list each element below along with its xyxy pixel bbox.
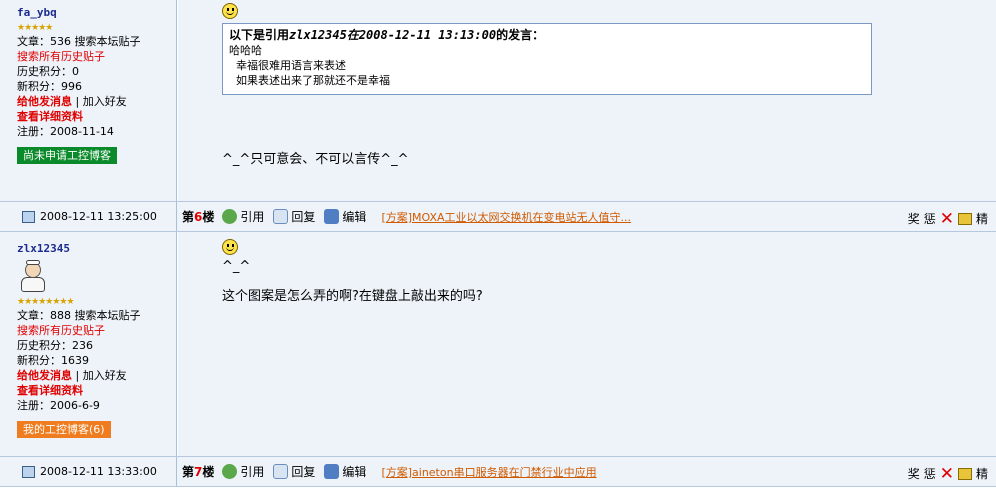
send-message-link[interactable]: 给他发消息 — [17, 95, 72, 108]
avatar — [17, 260, 51, 294]
quote-line: 幸福很难用语言来表述 — [229, 59, 346, 72]
blog-badge[interactable]: 尚未申请工控博客 — [17, 147, 117, 164]
post-footer: 2008-12-11 13:25:00 第6楼 引用 回复 编辑 [方案]MOX… — [0, 201, 996, 232]
search-history-link[interactable]: 搜索所有历史贴子 — [17, 49, 176, 64]
floor-number: 第6楼 — [182, 210, 215, 224]
post-content: 这个图案是怎么弄的啊?在键盘上敲出来的吗? — [222, 289, 483, 304]
view-profile-link[interactable]: 查看详细资料 — [17, 383, 176, 398]
quote-button[interactable]: 引用 — [222, 463, 264, 480]
punish-button[interactable]: 惩 — [924, 465, 936, 482]
post-body: 以下是引用zlx12345在2008-12-11 13:13:00的发言： 哈哈… — [178, 0, 996, 201]
add-friend-link[interactable]: 加入好友 — [83, 369, 127, 382]
rank-stars: ★★★★★★★★ — [17, 297, 75, 307]
article-count: 文章：536 — [17, 35, 71, 48]
register-date: 注册：2008-11-14 — [17, 125, 114, 138]
username[interactable]: zlx12345 — [17, 242, 176, 256]
ad-link[interactable]: [方案]MOXA工业以太网交换机在变电站无人值守... — [381, 209, 631, 225]
quote-line: 哈哈哈 — [229, 44, 262, 57]
username[interactable]: fa_ybq — [17, 6, 176, 20]
reward-button[interactable]: 奖 — [908, 465, 920, 482]
history-points: 历史积分：236 — [17, 339, 93, 352]
post-floor-7: zlx12345 ★★★★★★★★ 文章：888 搜索本坛贴子 搜索所有历史贴子… — [0, 232, 996, 456]
smiley-icon — [222, 239, 238, 255]
search-board-link[interactable]: 搜索本坛贴子 — [75, 309, 141, 322]
reply-button[interactable]: 回复 — [273, 463, 315, 480]
post-timestamp: 2008-12-11 13:33:00 — [40, 465, 157, 478]
post-body: ^_^ 这个图案是怎么弄的啊?在键盘上敲出来的吗? — [178, 232, 996, 456]
folder-icon[interactable] — [957, 467, 972, 480]
quote-box: 以下是引用zlx12345在2008-12-11 13:13:00的发言： 哈哈… — [222, 23, 872, 95]
folder-icon[interactable] — [957, 212, 972, 225]
computer-icon — [22, 465, 35, 478]
separator: | — [75, 95, 80, 108]
smiley-icon — [222, 3, 238, 19]
search-board-link[interactable]: 搜索本坛贴子 — [75, 35, 141, 48]
post-footer: 2008-12-11 13:33:00 第7楼 引用 回复 编辑 [方案]ain… — [0, 456, 996, 487]
separator: | — [75, 369, 80, 382]
floor-number: 第7楼 — [182, 465, 215, 479]
add-friend-link[interactable]: 加入好友 — [83, 95, 127, 108]
view-profile-link[interactable]: 查看详细资料 — [17, 109, 176, 124]
post-content: ^_^ — [222, 259, 251, 274]
essence-button[interactable]: 精 — [976, 210, 988, 227]
user-panel: zlx12345 ★★★★★★★★ 文章：888 搜索本坛贴子 搜索所有历史贴子… — [0, 232, 177, 456]
edit-icon — [324, 464, 340, 479]
new-points: 新积分：1639 — [17, 354, 89, 367]
search-history-link[interactable]: 搜索所有历史贴子 — [17, 323, 176, 338]
edit-icon — [324, 209, 340, 224]
send-message-link[interactable]: 给他发消息 — [17, 369, 72, 382]
user-panel: fa_ybq ★★★★★ 文章：536 搜索本坛贴子 搜索所有历史贴子 历史积分… — [0, 0, 177, 201]
article-count: 文章：888 — [17, 309, 71, 322]
quote-icon — [222, 464, 238, 479]
reply-button[interactable]: 回复 — [273, 208, 315, 225]
new-points: 新积分：996 — [17, 80, 82, 93]
edit-button[interactable]: 编辑 — [324, 208, 366, 225]
delete-icon[interactable]: ✕ — [940, 210, 954, 227]
reward-button[interactable]: 奖 — [908, 210, 920, 227]
essence-button[interactable]: 精 — [976, 465, 988, 482]
delete-icon[interactable]: ✕ — [940, 465, 954, 482]
post-timestamp: 2008-12-11 13:25:00 — [40, 210, 157, 223]
post-floor-5: fa_ybq ★★★★★ 文章：536 搜索本坛贴子 搜索所有历史贴子 历史积分… — [0, 0, 996, 201]
quote-header: 以下是引用zlx12345在2008-12-11 13:13:00的发言： — [229, 28, 545, 42]
quote-icon — [222, 209, 238, 224]
edit-button[interactable]: 编辑 — [324, 463, 366, 480]
history-points: 历史积分：0 — [17, 65, 79, 78]
quote-line: 如果表述出来了那就还不是幸福 — [229, 74, 390, 87]
ad-link[interactable]: [方案]aineton串口服务器在门禁行业中应用 — [381, 464, 596, 480]
computer-icon — [22, 210, 35, 223]
register-date: 注册：2006-6-9 — [17, 399, 100, 412]
rank-stars: ★★★★★ — [17, 23, 53, 33]
quote-button[interactable]: 引用 — [222, 208, 264, 225]
reply-icon — [273, 209, 289, 224]
punish-button[interactable]: 惩 — [924, 210, 936, 227]
blog-badge[interactable]: 我的工控博客(6) — [17, 421, 111, 438]
post-content: ^_^只可意会、不可以言传^_^ — [222, 152, 409, 167]
reply-icon — [273, 464, 289, 479]
